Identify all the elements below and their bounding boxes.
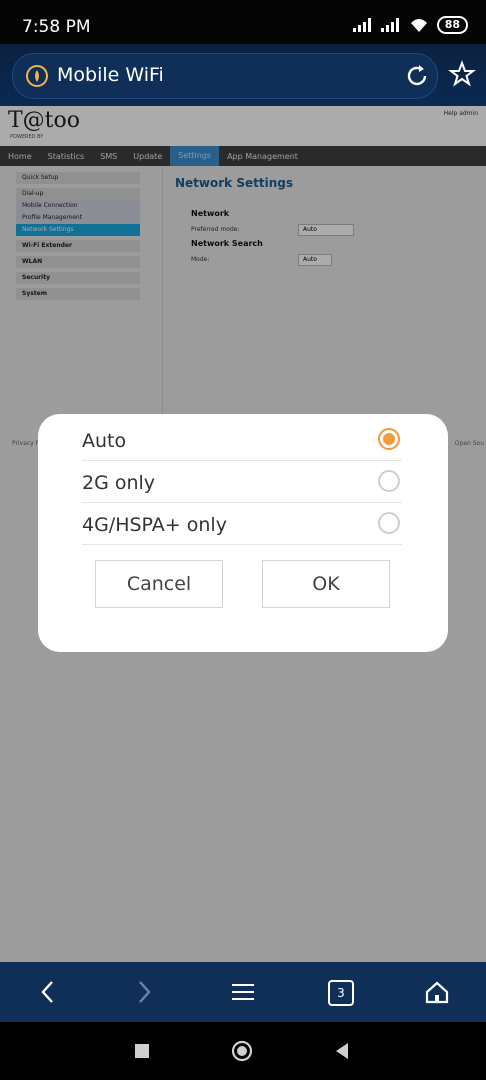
preferred-mode-dialog: Auto 2G only 4G/HSPA+ only Cancel OK <box>38 414 448 652</box>
wifi-icon <box>410 19 427 32</box>
tabs-count-icon[interactable]: 3 <box>328 980 354 1006</box>
site-logo-icon <box>26 65 48 87</box>
status-icons: 88 <box>352 16 468 34</box>
option-auto[interactable]: Auto <box>82 418 402 461</box>
option-label: Auto <box>82 430 127 452</box>
status-bar: 7:58 PM 88 <box>0 0 486 44</box>
option-label: 4G/HSPA+ only <box>82 514 227 536</box>
radio-unselected-icon[interactable] <box>378 470 400 492</box>
signal-icon <box>352 18 371 32</box>
radio-unselected-icon[interactable] <box>378 512 400 534</box>
option-2g-only[interactable]: 2G only <box>82 460 402 503</box>
home-circle-icon[interactable] <box>230 1039 254 1063</box>
back-triangle-icon[interactable] <box>334 1042 350 1060</box>
recents-icon[interactable] <box>135 1044 149 1058</box>
home-icon[interactable] <box>424 978 450 1006</box>
system-navigation-bar <box>0 1022 486 1080</box>
bookmark-star-icon[interactable] <box>448 60 476 88</box>
browser-bottom-bar: 3 <box>0 962 486 1022</box>
browser-header: Mobile WiFi <box>0 44 486 106</box>
status-time: 7:58 PM <box>22 17 91 37</box>
signal-icon <box>380 18 399 32</box>
tabs-count: 3 <box>337 986 345 1000</box>
page-title: Mobile WiFi <box>57 64 164 86</box>
menu-icon[interactable] <box>230 978 256 1006</box>
ok-button[interactable]: OK <box>262 560 390 608</box>
option-label: 2G only <box>82 472 156 494</box>
radio-selected-icon[interactable] <box>378 428 400 450</box>
cancel-button[interactable]: Cancel <box>95 560 223 608</box>
battery-icon: 88 <box>436 16 468 34</box>
reload-icon[interactable] <box>403 62 431 90</box>
option-4g-hspa-only[interactable]: 4G/HSPA+ only <box>82 502 402 545</box>
address-bar[interactable]: Mobile WiFi <box>12 53 438 99</box>
back-icon[interactable] <box>36 978 60 1006</box>
forward-icon[interactable] <box>132 978 156 1006</box>
